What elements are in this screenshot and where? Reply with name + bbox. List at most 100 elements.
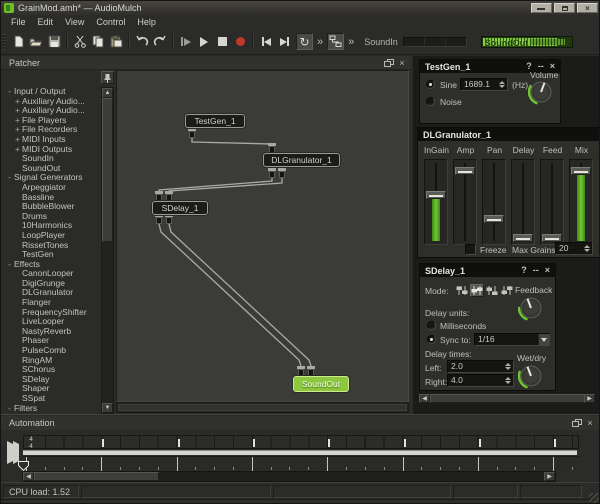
automation-close-icon[interactable]: ×: [585, 418, 595, 428]
bar-ruler[interactable]: [23, 456, 579, 470]
cut-button[interactable]: [71, 33, 89, 51]
help-button[interactable]: ?: [521, 265, 527, 276]
menu-view[interactable]: View: [59, 17, 90, 27]
sdelay-output-pin-left[interactable]: [155, 214, 163, 224]
mode-button-4[interactable]: [500, 284, 514, 297]
tree-item[interactable]: Shaper: [3, 384, 99, 394]
sdelay-input-pin-right[interactable]: [165, 191, 173, 201]
stop-button[interactable]: [213, 33, 231, 51]
slider-handle[interactable]: [542, 234, 562, 242]
noise-radio[interactable]: [426, 97, 435, 106]
collapse-button[interactable]: --: [533, 265, 539, 276]
slider-track[interactable]: [424, 159, 448, 245]
slider-handle[interactable]: [455, 167, 475, 175]
patcher-panel-header[interactable]: Patcher ×: [1, 56, 411, 70]
patcher-close-icon[interactable]: ×: [397, 58, 407, 68]
automation-scrollbar-thumb[interactable]: [34, 472, 159, 481]
open-file-button[interactable]: [27, 33, 45, 51]
automation-panel-header[interactable]: Automation ×: [1, 416, 600, 430]
left-delay-field[interactable]: 2.0: [447, 360, 514, 373]
canvas-horizontal-scrollbar[interactable]: [116, 402, 409, 413]
sync-value-dropdown[interactable]: 1/16: [474, 333, 550, 346]
dlgranulator-panel-titlebar[interactable]: DLGranulator_1: [418, 128, 600, 141]
new-file-button[interactable]: [9, 33, 27, 51]
playhead-marker[interactable]: [18, 461, 29, 471]
close-button[interactable]: ×: [577, 3, 598, 13]
node-testgen[interactable]: TestGen_1: [185, 114, 245, 128]
automation-horizontal-scrollbar[interactable]: ◀ ▶: [22, 471, 556, 482]
menu-file[interactable]: File: [5, 17, 32, 27]
dlgranulator-output-pin-left[interactable]: [268, 168, 276, 178]
slider-track[interactable]: [453, 159, 477, 245]
scroll-right-arrow[interactable]: ▶: [544, 472, 555, 481]
sine-radio[interactable]: [426, 80, 435, 89]
loop-region-bar[interactable]: [23, 450, 577, 455]
slider-track[interactable]: [511, 159, 535, 245]
frequency-field[interactable]: 1689.1: [460, 78, 508, 91]
slider-track[interactable]: [540, 159, 564, 245]
menu-edit[interactable]: Edit: [32, 17, 60, 27]
follow-playback-icon[interactable]: [7, 444, 19, 459]
dlgranulator-input-pin[interactable]: [268, 143, 276, 153]
dock-scrollbar-thumb[interactable]: [430, 394, 586, 403]
left-delay-spinner[interactable]: [503, 361, 512, 372]
sdelay-panel-titlebar[interactable]: SDelay_1 ? -- ×: [420, 264, 555, 277]
canvas-scrollbar-thumb[interactable]: [118, 404, 407, 411]
feedback-knob[interactable]: [518, 295, 545, 322]
tree-item[interactable]: SDelay: [3, 375, 99, 385]
freeze-checkbox[interactable]: [465, 244, 476, 255]
tree-item[interactable]: NastyReverb: [3, 327, 99, 337]
dropdown-arrow-icon[interactable]: [538, 334, 549, 345]
frequency-spinner[interactable]: [497, 79, 506, 90]
dock-horizontal-scrollbar[interactable]: ◀ ▶: [418, 393, 596, 404]
milliseconds-radio[interactable]: [427, 321, 436, 330]
record-button[interactable]: [231, 33, 249, 51]
soundout-input-pin-right[interactable]: [307, 366, 315, 376]
play-button[interactable]: [195, 33, 213, 51]
mode-button-2-selected[interactable]: [470, 284, 484, 297]
dlgranulator-output-pin-right[interactable]: [278, 168, 286, 178]
tree-expand-marker[interactable]: +: [13, 145, 22, 155]
scroll-left-arrow[interactable]: ◀: [419, 394, 430, 403]
slider-track[interactable]: [482, 159, 506, 245]
patcher-view-toggle-button[interactable]: [327, 33, 344, 50]
sdelay-output-pin-right[interactable]: [165, 214, 173, 224]
mode-button-1[interactable]: [455, 284, 469, 297]
scroll-left-arrow[interactable]: ◀: [23, 472, 34, 481]
title-bar[interactable]: GrainMod.amh* — AudioMulch ×: [1, 1, 600, 15]
patcher-canvas[interactable]: TestGen_1 DLGranulator_1 SDelay_1 SoundO…: [116, 70, 409, 402]
max-grains-spinner[interactable]: [582, 243, 591, 254]
slider-handle[interactable]: [426, 191, 446, 199]
testgen-output-pin[interactable]: [188, 128, 196, 138]
sdelay-input-pin-left[interactable]: [155, 191, 163, 201]
max-grains-field[interactable]: 20: [555, 242, 593, 255]
restore-button[interactable]: [554, 3, 575, 13]
scroll-down-arrow[interactable]: ▼: [102, 403, 113, 413]
soundout-input-pin-left[interactable]: [297, 366, 305, 376]
tree-expand-marker[interactable]: -: [5, 260, 14, 270]
volume-knob[interactable]: [528, 79, 555, 106]
tree-expand-marker[interactable]: -: [5, 87, 14, 97]
automation-float-icon[interactable]: [572, 418, 582, 428]
scroll-up-arrow[interactable]: ▲: [102, 88, 113, 98]
slider-track[interactable]: [569, 159, 593, 245]
toolbar-overflow-chevron[interactable]: »: [313, 36, 327, 48]
node-dlgranulator[interactable]: DLGranulator_1: [263, 153, 340, 167]
mode-button-3[interactable]: [485, 284, 499, 297]
slider-handle[interactable]: [571, 167, 591, 175]
tree-expand-marker[interactable]: -: [5, 173, 14, 183]
undo-button[interactable]: [133, 33, 151, 51]
tree-expand-marker[interactable]: -: [5, 404, 14, 413]
menu-help[interactable]: Help: [131, 17, 162, 27]
skip-to-start-button[interactable]: [257, 33, 275, 51]
tree-item[interactable]: SChorus: [3, 365, 99, 375]
toolbar-overflow-chevron-2[interactable]: »: [344, 36, 358, 48]
right-delay-spinner[interactable]: [503, 375, 512, 386]
scroll-right-arrow[interactable]: ▶: [584, 394, 595, 403]
redo-button[interactable]: [151, 33, 169, 51]
node-soundout[interactable]: SoundOut: [293, 376, 349, 392]
patcher-float-icon[interactable]: [384, 58, 394, 68]
menu-control[interactable]: Control: [90, 17, 131, 27]
minimize-button[interactable]: [531, 3, 552, 13]
slider-handle[interactable]: [513, 234, 533, 242]
